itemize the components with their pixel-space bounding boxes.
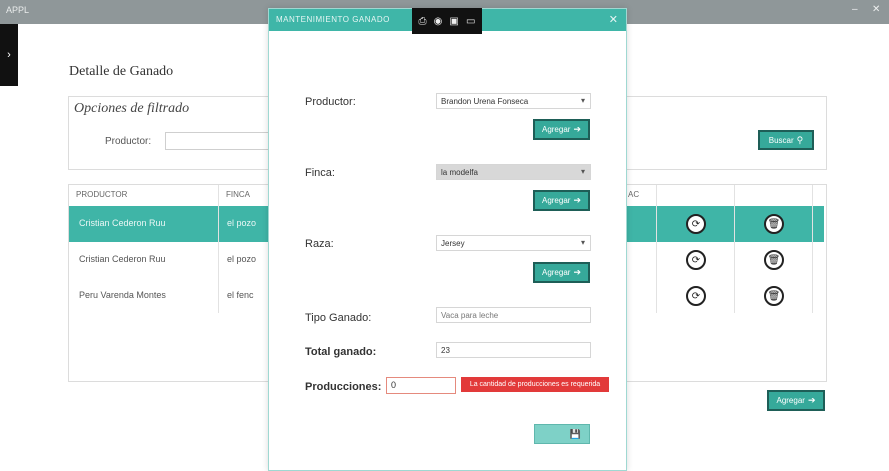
- edit-icon[interactable]: ⟳: [686, 214, 706, 234]
- add-cattle-button[interactable]: Agregar ➔: [767, 390, 825, 411]
- add-cattle-label: Agregar: [776, 396, 805, 405]
- search-button[interactable]: Buscar ⚲: [758, 130, 814, 150]
- cell-productor: Peru Varenda Montes: [79, 290, 166, 300]
- cell-productor: Cristian Cederon Ruu: [79, 254, 166, 264]
- producciones-label: Producciones:: [305, 381, 382, 393]
- col-header-productor: PRODUCTOR: [76, 190, 128, 199]
- raza-select[interactable]: Jersey ▾: [436, 235, 591, 251]
- sidebar-toggle[interactable]: ›: [0, 24, 18, 86]
- column-divider: [734, 185, 735, 313]
- save-button[interactable]: 💾: [534, 424, 590, 444]
- cell-finca: el fenc: [227, 290, 254, 300]
- column-divider: [812, 185, 813, 313]
- col-header-finca: FINCA: [226, 190, 250, 199]
- productor-label: Productor:: [305, 96, 356, 108]
- tipo-ganado-label: Tipo Ganado:: [305, 312, 372, 324]
- add-raza-button[interactable]: Agregar ➔: [533, 262, 590, 283]
- page-title: Detalle de Ganado: [69, 64, 174, 79]
- cell-finca: el pozo: [227, 218, 257, 228]
- modal-close-button[interactable]: ✕: [609, 13, 618, 26]
- add-finca-button[interactable]: Agregar ➔: [533, 190, 590, 211]
- filter-productor-input[interactable]: [165, 132, 271, 150]
- edit-icon[interactable]: ⟳: [686, 286, 706, 306]
- add-productor-label: Agregar: [541, 125, 571, 134]
- tipo-ganado-field[interactable]: Vaca para leche: [436, 307, 591, 323]
- search-button-label: Buscar: [768, 135, 794, 145]
- raza-value: Jersey: [441, 239, 465, 248]
- cell-productor: Cristian Cederon Ruu: [79, 218, 166, 228]
- chevron-down-icon: ▾: [580, 96, 585, 105]
- cell-finca: el pozo: [227, 254, 257, 264]
- filter-title: Opciones de filtrado: [74, 101, 190, 116]
- raza-label: Raza:: [305, 238, 334, 250]
- record-icon[interactable]: ◉: [434, 16, 443, 27]
- productor-value: Brandon Urena Fonseca: [441, 97, 529, 106]
- chevron-down-icon: ▾: [580, 238, 585, 247]
- producciones-value: 0: [391, 380, 397, 390]
- finca-select[interactable]: la modelfa ▾: [436, 164, 591, 180]
- filter-productor-label: Productor:: [105, 136, 152, 147]
- total-ganado-value: 23: [441, 346, 450, 355]
- finca-value: la modelfa: [441, 168, 478, 177]
- arrow-right-icon: ➔: [807, 395, 816, 405]
- modal-title: MANTENIMIENTO GANADO: [276, 15, 390, 24]
- producciones-error-message: La cantidad de producciones es requerida: [461, 377, 609, 392]
- col-header-actions: AC: [628, 190, 640, 199]
- delete-icon[interactable]: 🗑: [764, 286, 784, 306]
- arrow-right-icon: ➔: [573, 195, 581, 205]
- finca-label: Finca:: [305, 167, 335, 179]
- producciones-field[interactable]: 0: [386, 377, 456, 394]
- screen-icon[interactable]: ▭: [466, 16, 475, 27]
- productor-select[interactable]: Brandon Urena Fonseca ▾: [436, 93, 591, 109]
- floating-toolbar: ⎙ ◉ ▣ ▭: [412, 8, 482, 34]
- arrow-right-icon: ➔: [573, 267, 581, 277]
- capture-icon[interactable]: ⎙: [419, 16, 427, 27]
- close-window-button[interactable]: ✕: [872, 4, 880, 15]
- tipo-ganado-placeholder: Vaca para leche: [441, 311, 499, 320]
- arrow-right-icon: ➔: [573, 124, 581, 134]
- minimize-button[interactable]: –: [852, 4, 858, 15]
- column-divider: [656, 185, 657, 313]
- window-icon[interactable]: ▣: [449, 16, 458, 27]
- add-productor-button[interactable]: Agregar ➔: [533, 119, 590, 140]
- add-raza-label: Agregar: [541, 268, 571, 277]
- delete-icon[interactable]: 🗑: [764, 214, 784, 234]
- chevron-down-icon: ▾: [580, 167, 585, 176]
- total-ganado-label: Total ganado:: [305, 346, 377, 358]
- save-icon: 💾: [569, 428, 581, 439]
- app-label: APPL: [6, 5, 30, 15]
- total-ganado-field[interactable]: 23: [436, 342, 591, 358]
- column-divider: [218, 185, 219, 313]
- search-icon: ⚲: [796, 134, 804, 145]
- edit-icon[interactable]: ⟳: [686, 250, 706, 270]
- add-finca-label: Agregar: [541, 196, 571, 205]
- delete-icon[interactable]: 🗑: [764, 250, 784, 270]
